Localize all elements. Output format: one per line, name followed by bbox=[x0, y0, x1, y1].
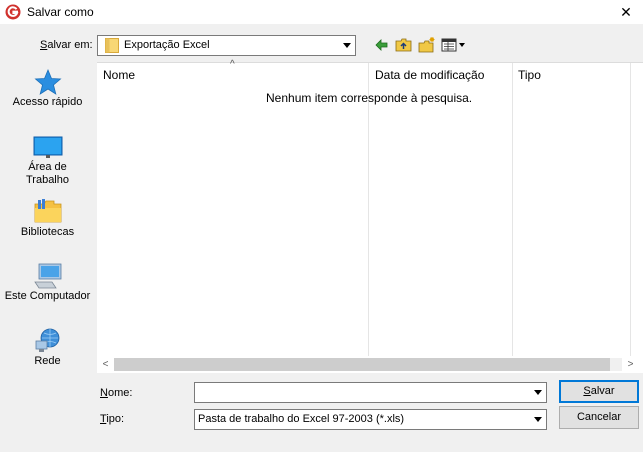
save-in-dropdown-button[interactable] bbox=[338, 36, 355, 55]
cancel-button[interactable]: Cancelar bbox=[559, 406, 639, 429]
desktop-icon bbox=[33, 136, 62, 158]
file-name-combo[interactable] bbox=[194, 382, 547, 403]
save-as-dialog: Salvar como ✕ Salvar em: Exportação Exce… bbox=[0, 0, 643, 452]
app-logo-icon bbox=[5, 4, 21, 20]
column-divider[interactable] bbox=[512, 63, 513, 356]
column-divider[interactable] bbox=[630, 63, 631, 356]
chevron-down-icon bbox=[534, 417, 542, 422]
file-name-dropdown-button[interactable] bbox=[529, 383, 546, 402]
save-in-label: Salvar em: bbox=[40, 39, 93, 51]
scroll-left-icon[interactable]: < bbox=[97, 357, 114, 372]
column-header-type[interactable]: Tipo bbox=[518, 68, 541, 82]
file-type-dropdown-button[interactable] bbox=[529, 410, 546, 429]
view-menu-icon[interactable] bbox=[440, 36, 468, 54]
window-title: Salvar como bbox=[27, 5, 94, 19]
close-icon: ✕ bbox=[620, 4, 632, 20]
place-desktop[interactable]: Área de Trabalho bbox=[0, 133, 95, 187]
back-arrow-icon[interactable] bbox=[371, 36, 391, 54]
horizontal-scrollbar[interactable]: < > bbox=[97, 356, 643, 373]
place-this-computer[interactable]: Este Computador bbox=[0, 262, 95, 303]
new-folder-icon[interactable] bbox=[417, 36, 437, 54]
place-libraries[interactable]: Bibliotecas bbox=[0, 198, 95, 239]
chevron-down-icon bbox=[534, 390, 542, 395]
up-folder-icon[interactable] bbox=[394, 36, 414, 54]
star-icon bbox=[33, 68, 62, 95]
folder-icon bbox=[105, 38, 119, 53]
save-in-dropdown[interactable]: Exportação Excel bbox=[97, 35, 356, 56]
title-bar: Salvar como ✕ bbox=[0, 0, 643, 24]
file-name-input[interactable] bbox=[197, 384, 527, 401]
type-label: Tipo: bbox=[100, 413, 125, 425]
scroll-thumb[interactable] bbox=[114, 358, 610, 371]
place-network[interactable]: Rede bbox=[0, 327, 95, 368]
file-type-dropdown[interactable]: Pasta de trabalho do Excel 97-2003 (*.xl… bbox=[194, 409, 547, 430]
column-header-name[interactable]: Nome bbox=[103, 68, 135, 82]
sort-ascending-icon: ^ bbox=[230, 59, 235, 70]
column-header-modified[interactable]: Data de modificação bbox=[375, 68, 484, 82]
place-quick-access[interactable]: Acesso rápido bbox=[0, 68, 95, 109]
file-list[interactable]: Nome ^ Data de modificação Tipo Nenhum i… bbox=[97, 59, 643, 373]
libraries-icon bbox=[34, 199, 61, 223]
computer-icon bbox=[33, 263, 61, 289]
close-button[interactable]: ✕ bbox=[609, 0, 643, 24]
name-label: Nome: bbox=[100, 387, 133, 399]
file-type-value: Pasta de trabalho do Excel 97-2003 (*.xl… bbox=[198, 413, 405, 425]
column-divider[interactable] bbox=[368, 63, 369, 356]
scroll-right-icon[interactable]: > bbox=[622, 357, 639, 372]
save-in-value: Exportação Excel bbox=[124, 39, 210, 51]
network-icon bbox=[35, 328, 59, 352]
save-button[interactable]: Salvar bbox=[559, 380, 639, 403]
chevron-down-icon bbox=[343, 43, 351, 48]
empty-list-message: Nenhum item corresponde à pesquisa. bbox=[266, 91, 473, 105]
